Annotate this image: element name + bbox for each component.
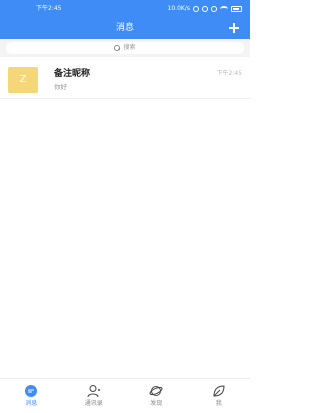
tab-label: 发现: [150, 400, 163, 407]
bluetooth-icon: [193, 6, 199, 12]
search-placeholder: 搜索: [123, 44, 136, 51]
chat-bubble-icon: [25, 385, 38, 397]
battery-icon: [231, 6, 242, 12]
tab-label: 消息: [25, 400, 38, 407]
status-time: 下午2:45: [36, 5, 62, 12]
do-not-disturb-icon: [202, 6, 208, 12]
network-speed: 10.0K/s: [167, 5, 190, 12]
wifi-icon: [220, 6, 228, 12]
tab-messages[interactable]: 消息: [0, 379, 63, 413]
contacts-icon: [87, 385, 100, 398]
tab-discover[interactable]: 发现: [125, 379, 188, 413]
conversation-item[interactable]: Z 备注昵称 你好 下午2:45: [0, 62, 250, 98]
item-divider: [0, 98, 250, 99]
messages-screen: 下午2:45 10.0K/s 消息 搜索 Z 备注昵称 你好 下午2:45 消息…: [0, 0, 250, 413]
tab-label: 我: [215, 400, 222, 407]
message-preview: 你好: [54, 83, 67, 91]
message-time: 下午2:45: [216, 70, 242, 77]
alarm-icon: [211, 6, 217, 12]
contact-name: 备注昵称: [54, 69, 91, 79]
tab-contacts[interactable]: 通讯录: [63, 379, 126, 413]
status-bar: 下午2:45 10.0K/s: [0, 0, 250, 18]
page-title: 消息: [115, 23, 134, 33]
tab-me[interactable]: 我: [188, 379, 251, 413]
bottom-nav: 消息 通讯录 发现 我: [0, 378, 250, 413]
status-indicators: 10.0K/s: [168, 0, 242, 18]
discover-planet-icon: [149, 386, 163, 396]
avatar: Z: [8, 67, 38, 93]
leaf-icon: [213, 385, 225, 397]
title-bar: 消息: [0, 18, 250, 39]
search-area: 搜索: [0, 39, 250, 57]
add-button[interactable]: [226, 20, 242, 36]
tab-label: 通讯录: [84, 400, 103, 407]
search-input[interactable]: 搜索: [6, 42, 244, 54]
search-icon: [114, 45, 121, 51]
